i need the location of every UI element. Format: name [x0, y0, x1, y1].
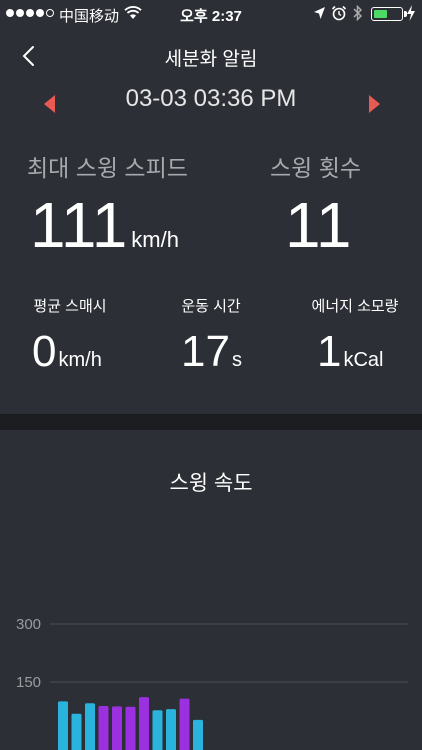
avg-smash-label: 평균 스매시: [33, 298, 107, 315]
swing-speed-bar: [125, 706, 136, 750]
max-swing-speed-value: 111 km/h: [30, 193, 179, 257]
y-tick-label: 300: [16, 616, 41, 633]
exercise-time-unit: s: [231, 349, 242, 371]
swing-speed-bar: [85, 703, 95, 750]
exercise-time-number: 17: [181, 327, 230, 376]
max-swing-speed-unit: km/h: [131, 227, 179, 252]
energy-label: 에너지 소모량: [311, 298, 399, 315]
swing-speed-bar: [193, 719, 203, 750]
swing-speed-bar: [139, 697, 149, 750]
swing-speed-bar: [179, 698, 190, 750]
triangle-right-icon: [369, 95, 380, 113]
swing-speed-bar: [152, 710, 163, 750]
max-swing-speed-number: 111: [30, 189, 128, 261]
page-title: 세분화 알림: [164, 49, 258, 70]
bluetooth-icon: [353, 4, 363, 22]
energy-number: 1: [317, 327, 342, 376]
y-tick-label: 150: [16, 674, 41, 691]
status-bar: 中国移动 오후 2:37: [0, 0, 422, 28]
session-date: 03-03 03:36 PM: [125, 85, 297, 112]
swing-speed-bar: [58, 701, 68, 750]
location-arrow-icon: [314, 7, 325, 19]
max-swing-speed-label: 최대 스윙 스피드: [27, 155, 188, 181]
avg-smash-number: 0: [32, 327, 57, 376]
swing-speed-bar: [98, 705, 109, 750]
section-divider: [0, 414, 422, 430]
swing-count-label: 스윙 횟수: [270, 155, 362, 181]
exercise-time-label: 운동 시간: [181, 298, 241, 315]
battery-icon: [371, 7, 407, 21]
swing-speed-bar: [166, 709, 176, 750]
next-date-button[interactable]: [362, 93, 384, 115]
swing-speed-bar: [71, 713, 82, 750]
alarm-clock-icon: [331, 5, 347, 21]
avg-smash-value: 0 km/h: [32, 330, 102, 374]
swing-count-value: 11: [285, 189, 352, 261]
energy-value: 1 kCal: [317, 330, 384, 374]
swing-speed-bar: [112, 706, 122, 750]
energy-unit: kCal: [343, 349, 384, 371]
chart-title: 스윙 속도: [169, 472, 253, 495]
charging-bolt-icon: [407, 5, 415, 21]
avg-smash-unit: km/h: [58, 349, 102, 371]
swing-speed-chart: 300 150: [16, 616, 408, 750]
exercise-time-value: 17 s: [181, 330, 242, 374]
